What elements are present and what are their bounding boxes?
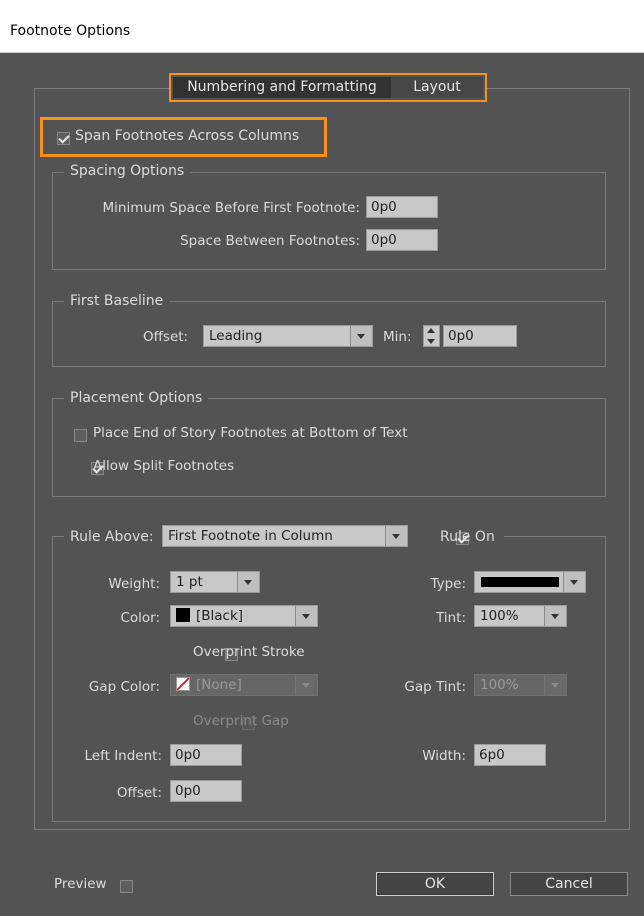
rule-offset-label: Offset: (116, 785, 162, 801)
span-footnotes-label: Span Footnotes Across Columns (75, 128, 300, 144)
gap-tint-value: 100% (480, 677, 519, 693)
width-field[interactable]: 6p0 (474, 744, 546, 766)
rule-above-value: First Footnote in Column (168, 528, 333, 544)
chevron-down-icon (295, 675, 317, 695)
weight-dropdown[interactable]: 1 pt (170, 571, 260, 593)
color-label: Color: (120, 610, 160, 626)
none-swatch-icon (176, 677, 190, 691)
chevron-down-icon (544, 606, 566, 626)
weight-value: 1 pt (176, 574, 203, 590)
color-dropdown[interactable]: [Black] (170, 605, 318, 627)
placement-options-group (52, 398, 606, 497)
chevron-down-icon (350, 326, 372, 346)
chevron-down-icon (544, 675, 566, 695)
weight-label: Weight: (108, 576, 160, 592)
rule-above-label: Rule Above: (70, 529, 154, 545)
space-between-field[interactable]: 0p0 (366, 229, 438, 251)
preview-label: Preview (54, 876, 107, 892)
min-space-field[interactable]: 0p0 (366, 196, 438, 218)
tint-dropdown[interactable]: 100% (474, 605, 567, 627)
preview-checkbox[interactable] (120, 879, 134, 893)
rule-above-dropdown[interactable]: First Footnote in Column (162, 525, 408, 547)
span-footnotes-highlight: Span Footnotes Across Columns (40, 117, 327, 157)
title-bar: Footnote Options (0, 0, 644, 53)
chevron-down-icon (237, 572, 259, 592)
baseline-offset-value: Leading (209, 328, 263, 344)
chevron-down-icon (563, 572, 585, 592)
rule-offset-field[interactable]: 0p0 (170, 780, 242, 802)
black-swatch-icon (176, 608, 190, 622)
spacing-options-group (52, 172, 606, 270)
min-field[interactable]: 0p0 (443, 325, 517, 347)
space-between-label: Space Between Footnotes: (180, 233, 360, 249)
span-footnotes-checkbox[interactable] (57, 131, 70, 145)
spacing-options-legend: Spacing Options (64, 163, 191, 179)
window-title: Footnote Options (10, 23, 131, 39)
end-of-story-label: Place End of Story Footnotes at Bottom o… (93, 425, 408, 441)
chevron-down-icon (295, 606, 317, 626)
end-of-story-checkbox[interactable] (74, 428, 87, 442)
footnote-options-dialog: Numbering and Formatting Layout Span Foo… (0, 53, 644, 916)
cancel-button[interactable]: Cancel (510, 872, 628, 896)
solid-line-icon (481, 577, 559, 587)
width-label: Width: (422, 748, 466, 764)
tab-numbering-and-formatting[interactable]: Numbering and Formatting (173, 77, 391, 98)
min-stepper-icon[interactable] (423, 325, 440, 347)
tint-value: 100% (480, 608, 519, 624)
chevron-down-icon (385, 526, 407, 546)
min-space-label: Minimum Space Before First Footnote: (102, 200, 360, 216)
gap-color-dropdown[interactable]: [None] (170, 674, 318, 696)
first-baseline-legend: First Baseline (64, 293, 170, 309)
baseline-offset-dropdown[interactable]: Leading (203, 325, 373, 347)
min-label: Min: (383, 329, 412, 345)
left-indent-field[interactable]: 0p0 (170, 744, 242, 766)
placement-options-legend: Placement Options (64, 390, 209, 406)
ok-button[interactable]: OK (376, 872, 494, 896)
rule-on-label: Rule On (440, 529, 495, 545)
gap-color-value: [None] (196, 677, 242, 693)
type-label: Type: (430, 576, 466, 592)
offset-label: Offset: (143, 329, 189, 345)
gap-tint-dropdown[interactable]: 100% (474, 674, 567, 696)
tab-layout[interactable]: Layout (391, 77, 483, 98)
gap-tint-label: Gap Tint: (404, 679, 466, 695)
allow-split-label: Allow Split Footnotes (93, 458, 235, 474)
color-value: [Black] (196, 608, 244, 624)
left-indent-label: Left Indent: (84, 748, 163, 764)
gap-color-label: Gap Color: (88, 679, 160, 695)
overprint-gap-label: Overprint Gap (193, 713, 289, 729)
tint-label: Tint: (436, 610, 466, 626)
type-dropdown[interactable] (474, 571, 586, 593)
tab-bar: Numbering and Formatting Layout (169, 73, 487, 102)
overprint-stroke-label: Overprint Stroke (193, 644, 305, 660)
